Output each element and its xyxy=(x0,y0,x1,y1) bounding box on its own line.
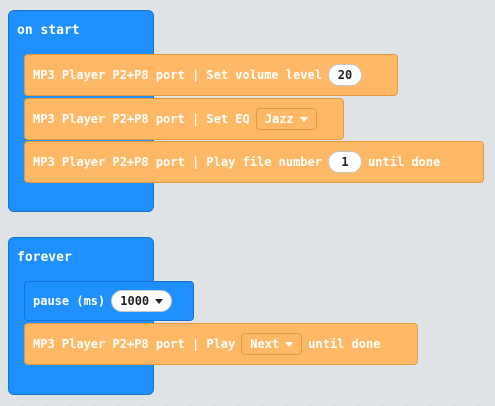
eq-value: Jazz xyxy=(264,112,294,126)
set-eq-block[interactable]: MP3 Player P2+P8 port | Set EQ Jazz xyxy=(24,98,344,140)
on-start-title: on start xyxy=(17,23,80,38)
play-file-label: MP3 Player P2+P8 port | Play file number xyxy=(33,155,322,169)
file-number-input[interactable]: 1 xyxy=(327,151,362,173)
pause-value: 1000 xyxy=(120,294,150,308)
caret-down-icon xyxy=(299,116,308,122)
play-mode-value: Next xyxy=(250,337,280,351)
forever-title: forever xyxy=(17,250,72,265)
play-next-suffix: until done xyxy=(308,337,381,351)
pause-block[interactable]: pause (ms) 1000 xyxy=(24,281,194,321)
play-file-suffix: until done xyxy=(367,155,441,169)
eq-dropdown[interactable]: Jazz xyxy=(255,108,317,130)
set-volume-label: MP3 Player P2+P8 port | Set volume level xyxy=(33,68,322,82)
play-file-block[interactable]: MP3 Player P2+P8 port | Play file number… xyxy=(24,141,484,183)
caret-down-icon xyxy=(155,298,164,304)
pause-label: pause (ms) xyxy=(33,294,106,308)
volume-input[interactable]: 20 xyxy=(327,64,362,86)
play-next-label: MP3 Player P2+P8 port | Play xyxy=(33,337,236,351)
caret-down-icon xyxy=(285,341,294,347)
pause-duration-dropdown[interactable]: 1000 xyxy=(111,290,173,312)
set-eq-label: MP3 Player P2+P8 port | Set EQ xyxy=(33,112,250,126)
set-volume-block[interactable]: MP3 Player P2+P8 port | Set volume level… xyxy=(24,54,398,96)
play-mode-dropdown[interactable]: Next xyxy=(241,333,303,355)
play-next-block[interactable]: MP3 Player P2+P8 port | Play Next until … xyxy=(24,323,418,365)
